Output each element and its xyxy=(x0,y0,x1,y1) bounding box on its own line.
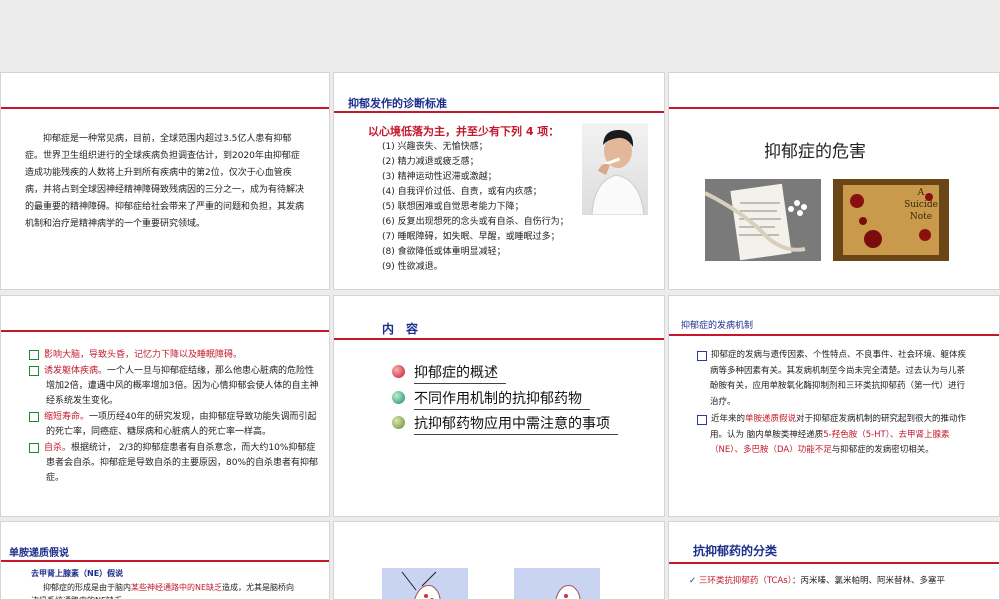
list-item: (3) 精神运动性迟滞或激越； xyxy=(382,172,497,182)
list-item: (4) 自我评价过低、自责，或有内疚感； xyxy=(382,187,542,197)
criteria-list: (1) 兴趣丧失、无愉快感； (2) 精力减退或疲乏感； (3) 精神运动性迟滞… xyxy=(382,140,569,275)
list-item: 影响大脑，导致头昏，记忆力下降以及睡眠障碍。 xyxy=(29,348,319,363)
item-lead: 自杀。 xyxy=(44,443,72,453)
item-lead: 诱发躯体疾病。 xyxy=(44,366,108,376)
slide-divider xyxy=(1,330,329,332)
text: 抑郁症的形成是由于脑内 xyxy=(43,583,131,592)
list-item: (7) 睡眠障碍，如失眠、早醒，或睡眠过多； xyxy=(382,232,560,242)
slide-monoamine[interactable]: 单胺递质假说 去甲肾上腺素（NE）假说 抑郁症的形成是由于脑内某些神经通路中的N… xyxy=(0,521,330,600)
list-item: 抑郁症的发病与遗传因素、个性特点、不良事件、社会环境、躯体疾病等多种因素有关。其… xyxy=(697,348,969,410)
suicide-note-photo: A Suicide Note xyxy=(833,179,949,261)
pathogenesis-text: 抑郁症的发病与遗传因素、个性特点、不良事件、社会环境、躯体疾病等多种因素有关。其… xyxy=(697,348,969,459)
intro-paragraph: 抑郁症是一种常见病，目前，全球范围内超过3.5亿人患有抑郁症。世界卫生组织进行的… xyxy=(25,134,305,229)
checkbox-bullet-icon xyxy=(697,351,707,361)
item-lead: 影响大脑，导致头昏，记忆力下降以及睡眠障碍。 xyxy=(44,350,243,360)
contents-item-label: 抑郁症的概述 xyxy=(414,365,498,381)
slide-diagnostic-criteria[interactable]: 抑郁发作的诊断标准 以心境低落为主，并至少有下列 4 项： (1) 兴趣丧失、无… xyxy=(333,72,665,290)
item-highlight: 单胺递质假说 xyxy=(745,414,797,424)
list-item: (8) 食欲降低或体重明显减轻； xyxy=(382,247,506,257)
slide-divider xyxy=(1,107,329,109)
slide-divider xyxy=(334,338,664,340)
list-item: (1) 兴趣丧失、无愉快感； xyxy=(382,142,488,152)
slide-title: 单胺递质假说 xyxy=(9,548,69,559)
slide-harms-list[interactable]: 影响大脑，导致头昏，记忆力下降以及睡眠障碍。 诱发躯体疾病。一个人一旦与抑郁症结… xyxy=(0,295,330,517)
green-bullet-icon xyxy=(392,391,405,404)
check-icon: ✓ xyxy=(689,576,697,586)
highlight: 某些神经通路中的NE缺乏 xyxy=(131,583,223,592)
list-item: (2) 精力减退或疲乏感； xyxy=(382,157,479,167)
list-item: 缩短寿命。一项历经40年的研究发现，由抑郁症导致功能失调而引起的死亡率，同癌症、… xyxy=(29,410,319,440)
slide-title: 抑郁症的发病机制 xyxy=(681,321,754,331)
slide-title: 内 容 xyxy=(382,322,419,336)
contents-item-2[interactable]: 不同作用机制的抗抑郁药物 xyxy=(392,388,590,410)
checkbox-bullet-icon xyxy=(29,349,39,360)
list-item: 诱发躯体疾病。一个人一旦与抑郁症结缘，那么他患心脏病的危险性增加2倍，遭遇中风的… xyxy=(29,364,319,409)
list-item: 自杀。根据统计， 2/3的抑郁症患者有自杀意念，而大约10%抑郁症患者会自杀。抑… xyxy=(29,441,319,486)
olive-bullet-icon xyxy=(392,416,405,429)
noose-note-photo-icon xyxy=(704,179,821,261)
list-item: (5) 联想困难或自觉思考能力下降； xyxy=(382,202,524,212)
slide-title: 抑郁发作的诊断标准 xyxy=(348,97,447,110)
checkbox-bullet-icon xyxy=(29,365,39,376)
note-text: A xyxy=(917,188,925,198)
contents-item-1[interactable]: 抑郁症的概述 xyxy=(392,362,506,384)
item-text: ：丙米嗪、氯米帕明、阿米替林、多塞平 xyxy=(791,576,945,586)
slide-divider xyxy=(334,111,664,113)
paragraph: 抑郁症的形成是由于脑内某些神经通路中的NE缺乏造成，尤其是脑桥向边缘系统通路中的… xyxy=(31,581,301,599)
slide-synapse[interactable] xyxy=(333,521,665,600)
item-text: 根据统计， 2/3的抑郁症患者有自杀意念，而大约10%抑郁症患者会自杀。抑郁症是… xyxy=(46,443,319,483)
slide-pathogenesis[interactable]: 抑郁症的发病机制 抑郁症的发病与遗传因素、个性特点、不良事件、社会环境、躯体疾病… xyxy=(668,295,1000,517)
synapse-diagram-icon xyxy=(382,568,468,599)
list-item: ✓ 三环类抗抑郁药（TCAs）：丙米嗪、氯米帕明、阿米替林、多塞平 xyxy=(689,574,989,588)
slide-divider xyxy=(669,107,999,109)
slide-classification[interactable]: 抗抑郁药的分类 ✓ 三环类抗抑郁药（TCAs）：丙米嗪、氯米帕明、阿米替林、多塞… xyxy=(668,521,1000,600)
harms-list: 影响大脑，导致头昏，记忆力下降以及睡眠障碍。 诱发躯体疾病。一个人一旦与抑郁症结… xyxy=(29,348,319,486)
criteria-heading: 以心境低落为主，并至少有下列 4 项： xyxy=(368,125,560,138)
note-text: Note xyxy=(909,212,933,222)
item-highlight: 三环类抗抑郁药（TCAs） xyxy=(698,576,792,586)
list-item: (9) 性欲减退。 xyxy=(382,262,443,272)
slide-divider xyxy=(1,560,329,562)
contents-item-label: 不同作用机制的抗抑郁药物 xyxy=(414,391,582,407)
slide-divider xyxy=(669,334,999,336)
slide-intro[interactable]: 抑郁症是一种常见病，目前，全球范围内超过3.5亿人患有抑郁症。世界卫生组织进行的… xyxy=(0,72,330,290)
note-text: Suicide xyxy=(904,200,938,210)
contents-item-label: 抗抑郁药物应用中需注意的事项 xyxy=(414,416,610,432)
list-item: (6) 反复出现想死的念头或有自杀、自伤行为； xyxy=(382,217,569,227)
checkbox-bullet-icon xyxy=(29,442,39,453)
checkbox-bullet-icon xyxy=(29,411,39,422)
man-smoking-photo-icon xyxy=(582,123,648,216)
slide-contents[interactable]: 内 容 抑郁症的概述 不同作用机制的抗抑郁药物 抗抑郁药物应用中需注意的事项 xyxy=(333,295,665,517)
slide-title: 抗抑郁药的分类 xyxy=(693,544,778,558)
synapse-diagram-icon xyxy=(514,568,600,599)
contents-item-3[interactable]: 抗抑郁药物应用中需注意的事项 xyxy=(392,413,618,435)
item-text: 与抑郁症的发病密切相关。 xyxy=(831,445,934,455)
slide-harms-title[interactable]: 抑郁症的危害 A Suicide Note xyxy=(668,72,1000,290)
item-lead: 缩短寿命。 xyxy=(44,412,90,422)
subheading: 去甲肾上腺素（NE）假说 xyxy=(31,569,124,578)
slide-title: 抑郁症的危害 xyxy=(764,142,866,162)
red-bullet-icon xyxy=(392,365,405,378)
checkbox-bullet-icon xyxy=(697,415,707,425)
slide-divider xyxy=(669,562,999,564)
item-text: 抑郁症的发病与遗传因素、个性特点、不良事件、社会环境、躯体疾病等多种因素有关。其… xyxy=(710,350,967,407)
item-text: 近年来的 xyxy=(711,414,746,424)
list-item: 近年来的单胺递质假说对于抑郁症发病机制的研究起到很大的推动作用。认为 脑内单胺类… xyxy=(697,412,969,459)
